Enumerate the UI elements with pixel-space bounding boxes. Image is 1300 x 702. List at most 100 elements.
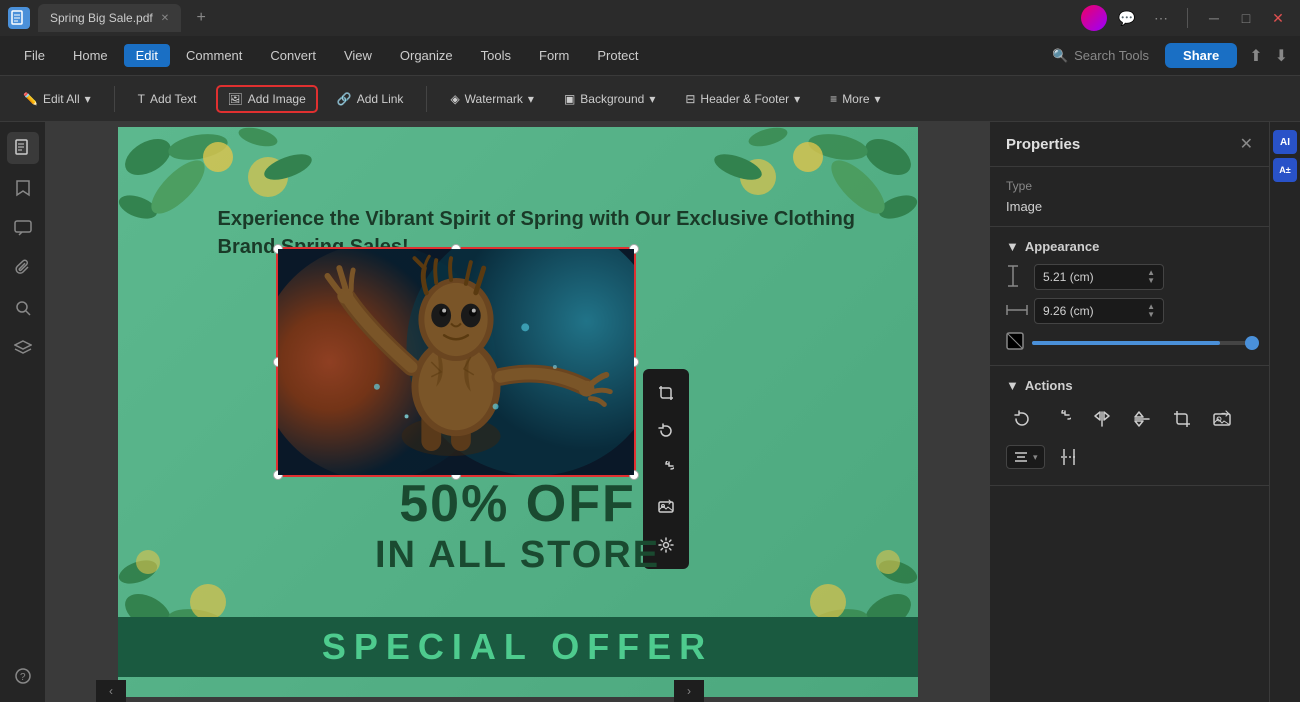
panel-close-button[interactable]: ✕ — [1240, 134, 1253, 154]
separator-2 — [426, 86, 427, 112]
menu-protect[interactable]: Protect — [585, 44, 650, 67]
more-button[interactable]: ≡ More ▾ — [819, 86, 891, 112]
add-link-label: Add Link — [357, 92, 404, 106]
watermark-icon: ◈ — [450, 92, 459, 106]
height-input[interactable]: 5.21 (cm) ▲ ▼ — [1034, 264, 1164, 290]
actions-header[interactable]: ▼ Actions — [1006, 378, 1253, 393]
edit-all-button[interactable]: ✏️ Edit All ▾ — [12, 86, 102, 112]
menu-home[interactable]: Home — [61, 44, 120, 67]
action-crop[interactable] — [1166, 403, 1198, 435]
appearance-header[interactable]: ▼ Appearance — [1006, 239, 1253, 254]
sale-percent: 50% OFF — [118, 474, 918, 534]
add-text-button[interactable]: T Add Text — [127, 86, 208, 112]
menu-bar: File Home Edit Comment Convert View Orga… — [0, 36, 1300, 76]
background-button[interactable]: ▣ Background ▾ — [553, 86, 666, 112]
sidebar-item-bookmarks[interactable] — [7, 172, 39, 204]
actions-grid — [1006, 403, 1253, 435]
right-edge-strip: AI A± — [1269, 122, 1300, 702]
expand-icon[interactable]: ⬇ — [1275, 46, 1288, 66]
height-down[interactable]: ▼ — [1147, 277, 1155, 285]
header-footer-button[interactable]: ⊟ Header & Footer ▾ — [674, 86, 811, 112]
menu-form[interactable]: Form — [527, 44, 581, 67]
panel-title: Properties — [1006, 136, 1080, 153]
action-flip-vertical[interactable] — [1126, 403, 1158, 435]
minimize-button[interactable]: ─ — [1200, 8, 1228, 28]
action-distribute[interactable] — [1053, 441, 1085, 473]
right-edge-ai-button[interactable]: AI — [1273, 130, 1297, 154]
sidebar-item-pages[interactable] — [7, 132, 39, 164]
properties-panel: Properties ✕ Type Image ▼ Appearance 5.2… — [989, 122, 1269, 702]
sidebar-item-search[interactable] — [7, 292, 39, 324]
tab-close-button[interactable]: ✕ — [161, 13, 169, 24]
next-page-button[interactable]: › — [674, 680, 704, 702]
menu-convert[interactable]: Convert — [258, 44, 328, 67]
appearance-arrow: ▼ — [1006, 239, 1019, 254]
edit-all-dropdown-icon: ▾ — [85, 92, 91, 106]
crop-button[interactable] — [648, 375, 684, 411]
sidebar-item-attachments[interactable] — [7, 252, 39, 284]
menu-edit[interactable]: Edit — [124, 44, 170, 67]
watermark-label: Watermark — [465, 92, 523, 106]
pdf-page: Experience the Vibrant Spirit of Spring … — [118, 127, 918, 697]
rotate-left-button[interactable] — [648, 413, 684, 449]
menu-file[interactable]: File — [12, 44, 57, 67]
groot-image-svg — [278, 249, 634, 475]
menu-comment[interactable]: Comment — [174, 44, 254, 67]
menu-view[interactable]: View — [332, 44, 384, 67]
app-logo — [8, 7, 30, 29]
menu-organize[interactable]: Organize — [388, 44, 465, 67]
type-value: Image — [1006, 199, 1253, 214]
header-footer-label: Header & Footer — [700, 92, 789, 106]
maximize-button[interactable]: □ — [1232, 8, 1260, 28]
header-footer-icon: ⊟ — [685, 92, 695, 106]
user-avatar[interactable] — [1081, 5, 1107, 31]
window-controls: ─ □ ✕ — [1200, 8, 1292, 28]
add-link-button[interactable]: 🔗 Add Link — [326, 86, 415, 112]
active-tab[interactable]: Spring Big Sale.pdf ✕ — [38, 4, 181, 32]
appearance-label: Appearance — [1025, 239, 1099, 254]
special-offer-bar: SPECIAL OFFER — [118, 617, 918, 677]
action-replace[interactable] — [1206, 403, 1238, 435]
type-label: Type — [1006, 179, 1253, 193]
upload-icon[interactable]: ⬆ — [1249, 46, 1262, 66]
chat-icon[interactable]: 💬 — [1113, 8, 1141, 28]
opacity-slider-thumb[interactable] — [1245, 336, 1259, 350]
width-spinners[interactable]: ▲ ▼ — [1147, 303, 1155, 319]
watermark-button[interactable]: ◈ Watermark ▾ — [439, 86, 545, 112]
sidebar-item-layers[interactable] — [7, 332, 39, 364]
opacity-icon — [1006, 332, 1024, 353]
header-footer-dropdown-icon: ▾ — [794, 92, 800, 106]
actions-label: Actions — [1025, 378, 1073, 393]
action-flip-horizontal[interactable] — [1086, 403, 1118, 435]
width-down[interactable]: ▼ — [1147, 311, 1155, 319]
watermark-dropdown-icon: ▾ — [528, 92, 534, 106]
prev-page-button[interactable]: ‹ — [96, 680, 126, 702]
text-icon: T — [138, 92, 145, 106]
align-dropdown[interactable]: ▾ — [1006, 445, 1045, 469]
opacity-slider-track[interactable] — [1032, 341, 1253, 345]
menu-tools[interactable]: Tools — [469, 44, 523, 67]
more-label: More — [842, 92, 869, 106]
new-tab-button[interactable]: + — [189, 6, 213, 30]
share-button[interactable]: Share — [1165, 43, 1237, 68]
close-button[interactable]: ✕ — [1264, 8, 1292, 28]
background-label: Background — [580, 92, 644, 106]
type-section: Type Image — [990, 167, 1269, 227]
search-tools-button[interactable]: 🔍 Search Tools — [1040, 44, 1161, 68]
sidebar-item-comments[interactable] — [7, 212, 39, 244]
add-image-button[interactable]: 🖼 Add Image — [216, 85, 318, 113]
search-tools-label: Search Tools — [1074, 48, 1149, 63]
right-edge-format-button[interactable]: A± — [1273, 158, 1297, 182]
more-icon: ≡ — [830, 92, 837, 106]
width-input-row: 9.26 (cm) ▲ ▼ — [1006, 298, 1253, 324]
menu-icon[interactable]: ⋯ — [1147, 8, 1175, 28]
action-rotate-right[interactable] — [1046, 403, 1078, 435]
selected-image-container[interactable] — [276, 247, 636, 477]
width-input[interactable]: 9.26 (cm) ▲ ▼ — [1034, 298, 1164, 324]
background-icon: ▣ — [564, 92, 575, 106]
height-value: 5.21 (cm) — [1043, 270, 1094, 284]
action-rotate-left[interactable] — [1006, 403, 1038, 435]
sidebar-item-help[interactable]: ? — [7, 660, 39, 692]
background-dropdown-icon: ▾ — [649, 92, 655, 106]
height-spinners[interactable]: ▲ ▼ — [1147, 269, 1155, 285]
